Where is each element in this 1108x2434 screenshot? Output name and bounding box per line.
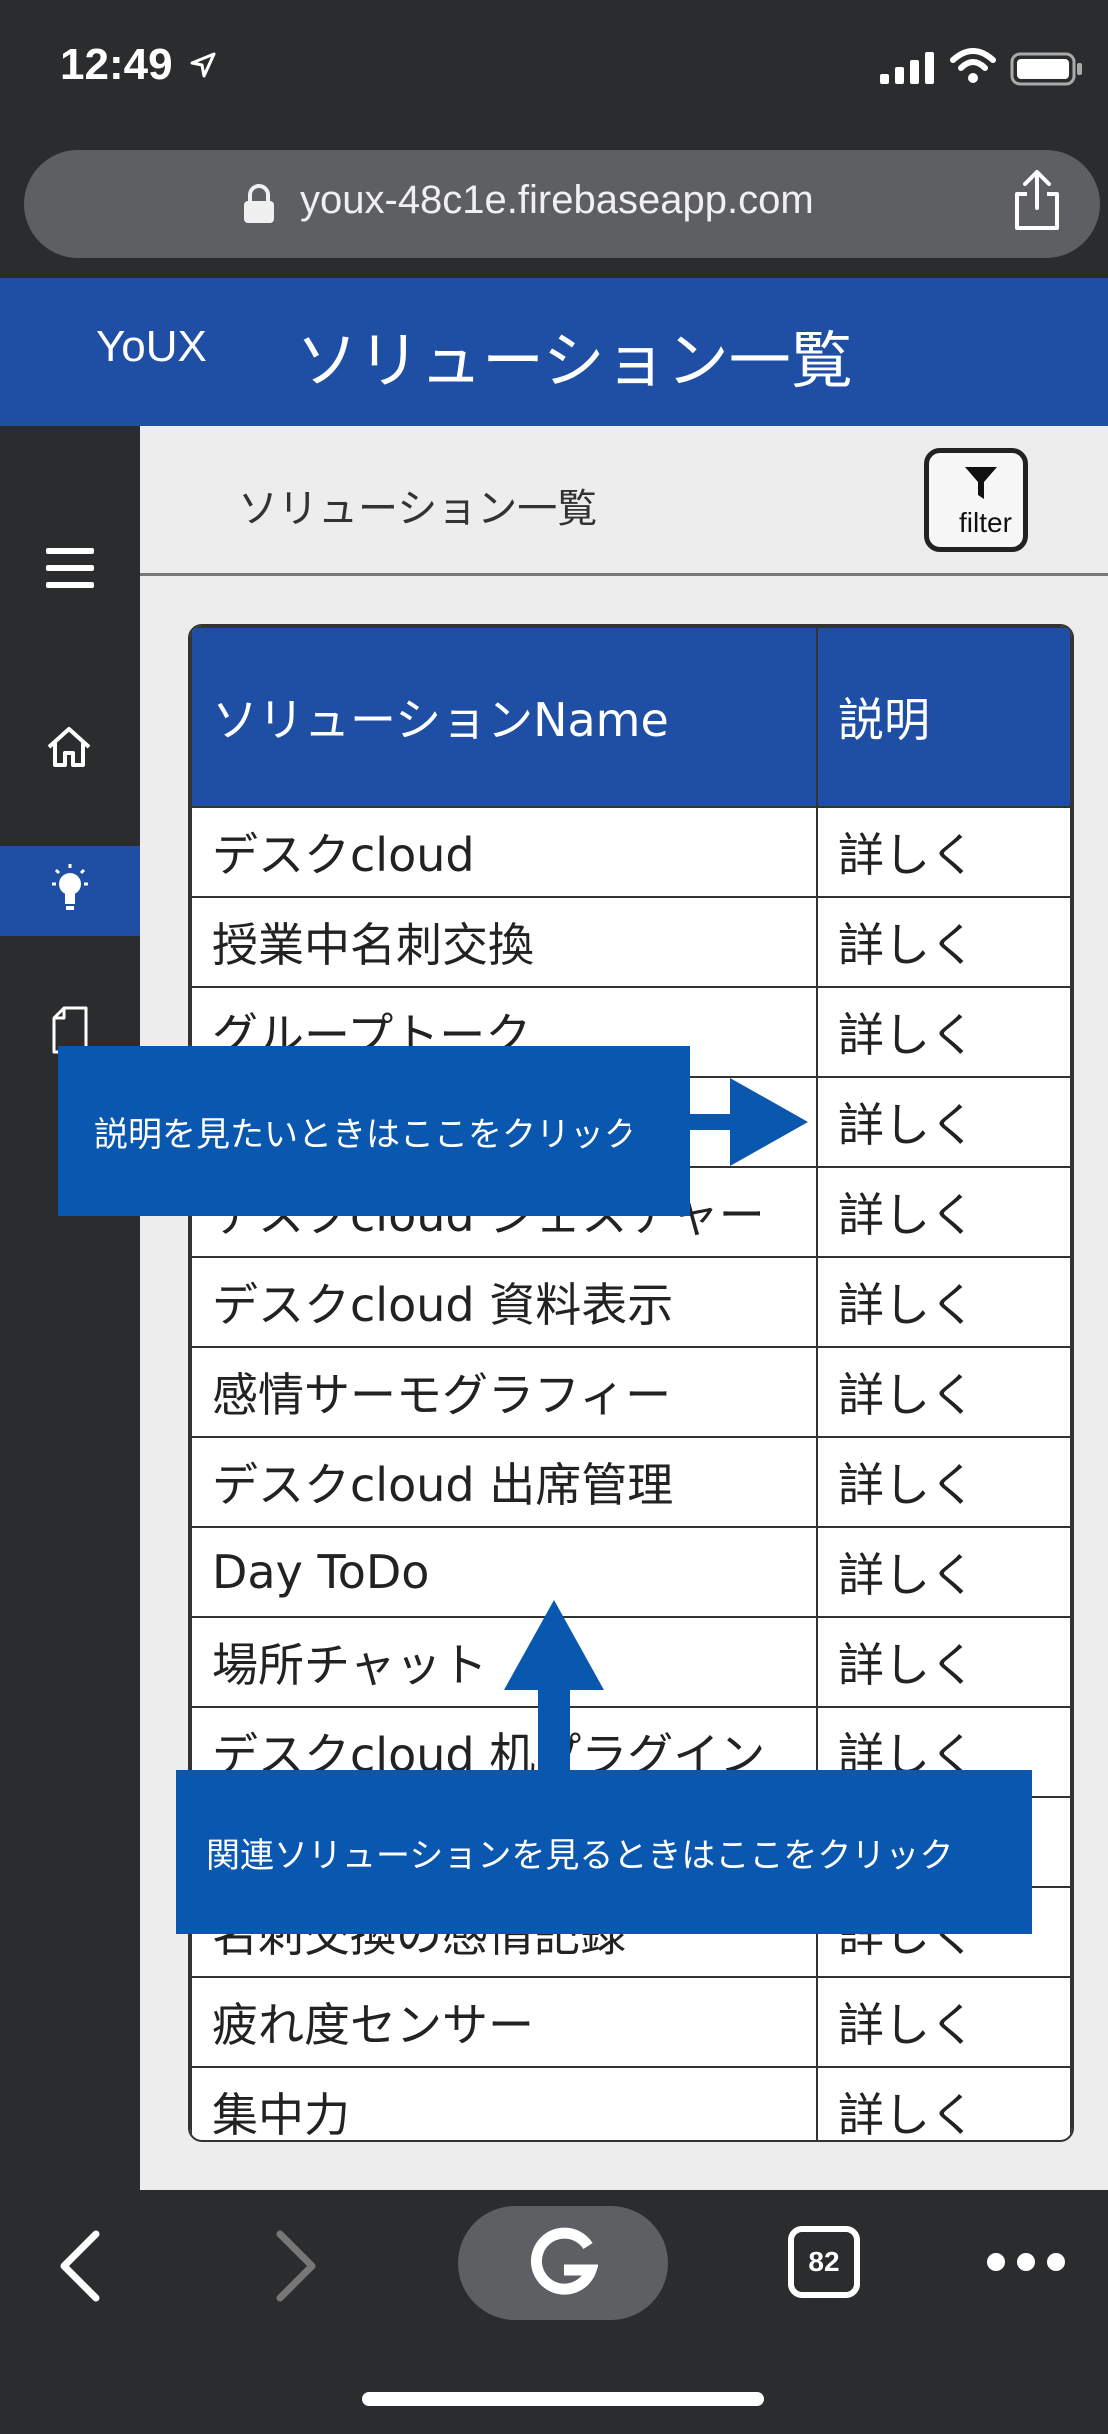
status-time: 12:49 [60,40,173,89]
callout-text: 関連ソリューションを見るときはここをクリック [206,1835,954,1876]
table-row: デスクcloud 出席管理 詳しく [190,1436,1072,1528]
forward-icon[interactable] [272,2230,320,2302]
table-row: 集中力 詳しく [190,2066,1072,2140]
url-bar[interactable]: youx-48c1e.firebaseapp.com [24,150,1100,258]
lightbulb-icon [52,864,88,910]
arrow-up-icon [504,1600,604,1778]
callout-text: 説明を見たいときはここをクリック [94,1114,638,1155]
share-icon[interactable] [1009,168,1065,232]
column-header-description: 説明 [816,626,1072,808]
solution-name-cell[interactable]: 感情サーモグラフィー [190,1346,818,1438]
details-link[interactable]: 詳しく [816,1526,1072,1618]
details-link[interactable]: 詳しく [816,1256,1072,1348]
table-row: デスクcloud 資料表示 詳しく [190,1256,1072,1348]
table-header-row: ソリューションName 説明 [190,626,1072,808]
solution-name-cell[interactable]: 集中力 [190,2066,818,2140]
filter-icon [965,467,997,499]
details-link[interactable]: 詳しく [816,1076,1072,1168]
status-bar: 12:49 [0,0,1108,140]
wifi-icon [950,48,996,83]
details-link[interactable]: 詳しく [816,1436,1072,1528]
table-row: Day ToDo 詳しく [190,1526,1072,1618]
tutorial-callout-description: 説明を見たいときはここをクリック [58,1046,690,1216]
location-arrow-icon [190,52,216,78]
details-link[interactable]: 詳しく [816,1166,1072,1258]
table-row: 疲れ度センサー 詳しく [190,1976,1072,2068]
lock-icon [244,184,274,223]
google-icon [530,2227,598,2295]
details-link[interactable]: 詳しく [816,986,1072,1078]
solution-name-cell[interactable]: 授業中名刺交換 [190,896,818,988]
more-options-icon[interactable] [984,2250,1068,2274]
home-icon[interactable] [46,726,92,768]
section-title: ソリューション一覧 [238,486,598,532]
app-header: YoUX ソリューション一覧 [0,278,1108,426]
table-row: デスクcloud 詳しく [190,806,1072,898]
arrow-right-icon [630,1078,808,1166]
tutorial-callout-related: 関連ソリューションを見るときはここをクリック [176,1770,1032,1934]
sub-header: ソリューション一覧 filter [140,426,1108,576]
sidebar [0,426,140,2190]
column-header-name: ソリューションName [190,626,818,808]
back-icon[interactable] [56,2230,104,2302]
hamburger-menu-icon[interactable] [46,546,94,590]
page-title: ソリューション一覧 [296,324,853,397]
filter-label: filter [959,507,1012,538]
solution-name-cell[interactable]: デスクcloud [190,806,818,898]
filter-button[interactable]: filter [924,448,1028,552]
tabs-button[interactable]: 82 [788,2226,860,2298]
details-link[interactable]: 詳しく [816,1346,1072,1438]
app-brand[interactable]: YoUX [96,322,207,372]
details-link[interactable]: 詳しく [816,896,1072,988]
url-text[interactable]: youx-48c1e.firebaseapp.com [300,178,814,223]
home-indicator [362,2392,764,2406]
google-search-button[interactable] [458,2206,668,2320]
table-row: 授業中名刺交換 詳しく [190,896,1072,988]
battery-icon [1010,52,1082,86]
details-link[interactable]: 詳しく [816,806,1072,898]
solution-name-cell[interactable]: デスクcloud 出席管理 [190,1436,818,1528]
solution-name-cell[interactable]: デスクcloud 資料表示 [190,1256,818,1348]
table-row: 感情サーモグラフィー 詳しく [190,1346,1072,1438]
details-link[interactable]: 詳しく [816,1976,1072,2068]
details-link[interactable]: 詳しく [816,1616,1072,1708]
details-link[interactable]: 詳しく [816,2066,1072,2140]
table-row: 場所チャット 詳しく [190,1616,1072,1708]
solution-name-cell[interactable]: 疲れ度センサー [190,1976,818,2068]
cellular-signal-icon [880,52,934,84]
